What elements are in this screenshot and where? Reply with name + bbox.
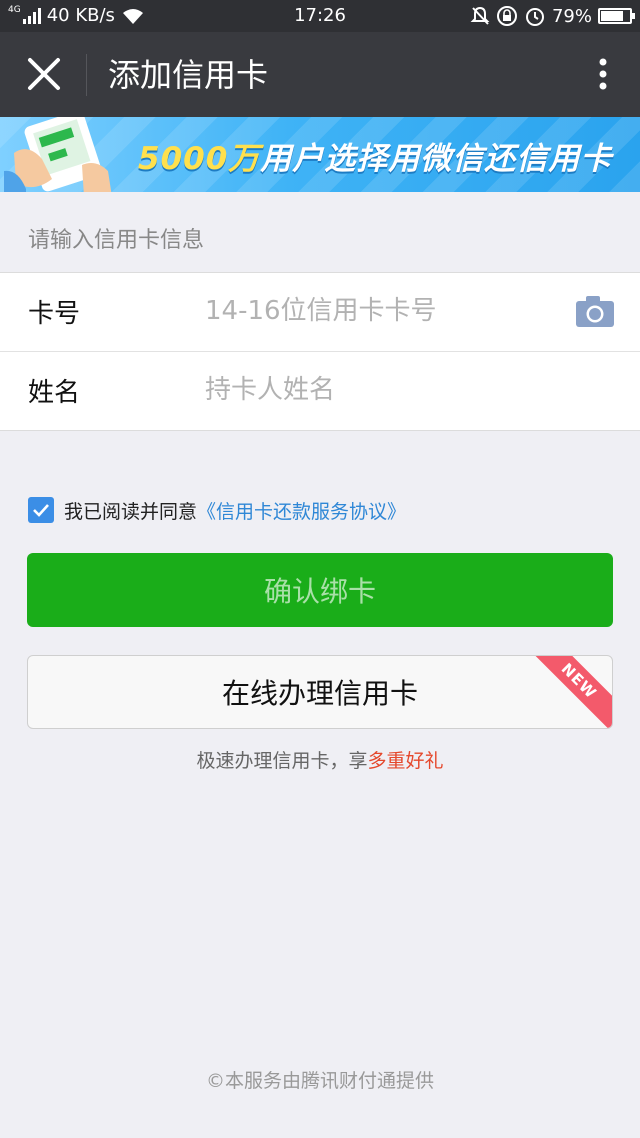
cardholder-name-input[interactable] [205, 366, 565, 414]
cardholder-name-row: 姓名 [0, 351, 640, 430]
banner-text: 5000万用户选择用微信还信用卡 [138, 133, 612, 178]
apply-online-button[interactable]: 在线办理信用卡 NEW [27, 655, 613, 729]
card-number-label: 卡号 [28, 299, 81, 329]
promo-highlight-link[interactable]: 多重好礼 [368, 750, 444, 772]
promo-banner[interactable]: 5000万用户选择用微信还信用卡 [0, 117, 640, 192]
rotation-lock-icon [496, 6, 517, 26]
nav-divider [86, 54, 87, 96]
status-bar: 4G 40 KB/s 17:26 79% [0, 0, 640, 32]
agreement-row: 我已阅读并同意 《信用卡还款服务协议》 [28, 496, 406, 524]
confirm-bind-button[interactable]: 确认绑卡 [27, 553, 613, 627]
battery-percent: 79% [551, 5, 592, 27]
card-number-input[interactable] [205, 287, 565, 335]
phone-hand-illustration [4, 117, 112, 192]
camera-icon[interactable] [576, 295, 614, 327]
close-icon[interactable] [22, 52, 66, 96]
agreement-checkbox[interactable] [28, 497, 54, 523]
promo-text: 极速办理信用卡，享 [196, 750, 368, 772]
footer-text: ©本服务由腾讯财付通提供 [205, 1070, 434, 1092]
card-form: 卡号 姓名 [0, 272, 640, 431]
nav-bar: 添加信用卡 [0, 32, 640, 117]
battery-fill [601, 11, 624, 21]
banner-caption: 用户选择用微信还信用卡 [260, 141, 613, 177]
page-title: 添加信用卡 [108, 56, 269, 94]
cardholder-name-label: 姓名 [28, 378, 81, 408]
banner-highlight: 5000万 [138, 141, 261, 177]
agreement-text: 我已阅读并同意 [64, 500, 198, 523]
promo-line: 极速办理信用卡，享多重好礼 [0, 746, 640, 773]
section-label: 请输入信用卡信息 [28, 228, 205, 253]
new-badge: NEW [530, 656, 612, 728]
alarm-icon [525, 8, 544, 26]
agreement-link[interactable]: 《信用卡还款服务协议》 [197, 497, 406, 524]
more-vertical-icon[interactable] [588, 52, 618, 96]
card-number-row: 卡号 [0, 273, 640, 351]
checkmark-icon [33, 504, 49, 517]
apply-online-label: 在线办理信用卡 [221, 677, 418, 710]
battery-icon [598, 8, 635, 24]
mute-icon [470, 6, 490, 25]
